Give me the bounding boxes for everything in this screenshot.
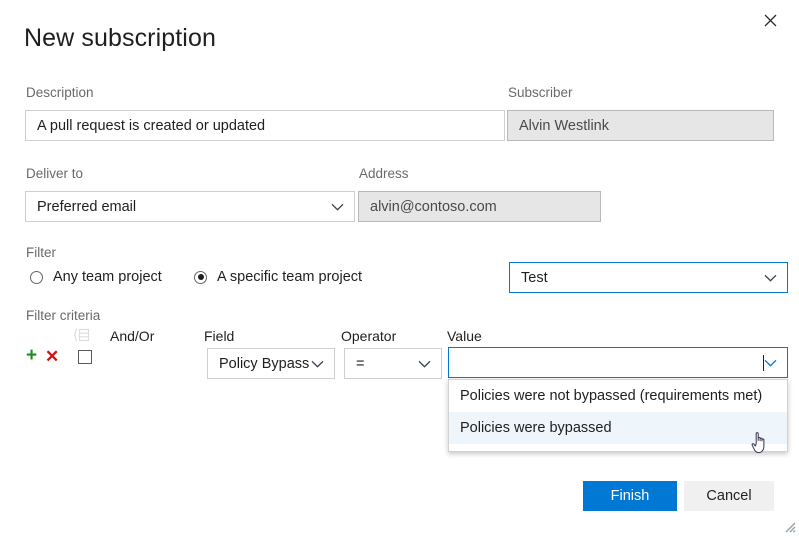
team-project-select[interactable]: Test [509,262,788,293]
value-dropdown-list: Policies were not bypassed (requirements… [448,379,788,452]
value-combobox[interactable] [448,347,788,378]
deliver-to-label: Deliver to [26,166,83,182]
operator-value: = [356,356,418,372]
address-field: alvin@contoso.com [358,191,601,222]
clause-group-checkbox[interactable] [78,350,92,364]
chevron-down-icon [418,360,431,368]
chevron-down-icon [764,359,777,367]
column-header-operator: Operator [341,328,396,344]
delete-clause-x-icon[interactable]: ✕ [45,347,59,366]
subscriber-label: Subscriber [508,85,573,101]
operator-select[interactable]: = [344,348,442,379]
field-value: Policy Bypass [219,356,311,372]
add-clause-row-plus-icon[interactable]: + [26,346,37,365]
new-subscription-dialog: New subscription Description A pull requ… [0,0,799,536]
radio-mark-any [30,271,43,284]
filter-label: Filter [26,245,56,261]
page-title: New subscription [24,22,216,54]
field-select[interactable]: Policy Bypass [207,348,335,379]
subscriber-field: Alvin Westlink [507,110,774,141]
column-header-value: Value [447,328,482,344]
description-label: Description [26,85,94,101]
radio-any-team-project[interactable]: Any team project [30,269,162,285]
cancel-button[interactable]: Cancel [684,481,774,511]
radio-label-any: Any team project [53,269,162,285]
deliver-to-value: Preferred email [37,199,331,215]
team-project-value: Test [521,270,764,286]
chevron-down-icon [311,360,324,368]
chevron-down-icon [764,274,777,282]
close-icon[interactable] [755,7,785,33]
radio-mark-specific [194,271,207,284]
radio-specific-team-project[interactable]: A specific team project [194,269,362,285]
chevron-down-icon [331,203,344,211]
resize-grip[interactable] [782,519,796,533]
column-header-field: Field [204,328,234,344]
radio-label-specific: A specific team project [217,269,362,285]
finish-button[interactable]: Finish [583,481,677,511]
address-label: Address [359,166,409,182]
dropdown-option-policies-not-bypassed[interactable]: Policies were not bypassed (requirements… [449,380,787,412]
column-header-andor: And/Or [110,328,154,344]
clause-group-icon [74,328,90,342]
dropdown-option-policies-bypassed[interactable]: Policies were bypassed [449,412,787,444]
filter-criteria-label: Filter criteria [26,308,100,324]
description-input[interactable]: A pull request is created or updated [25,110,505,141]
deliver-to-select[interactable]: Preferred email [25,191,355,222]
